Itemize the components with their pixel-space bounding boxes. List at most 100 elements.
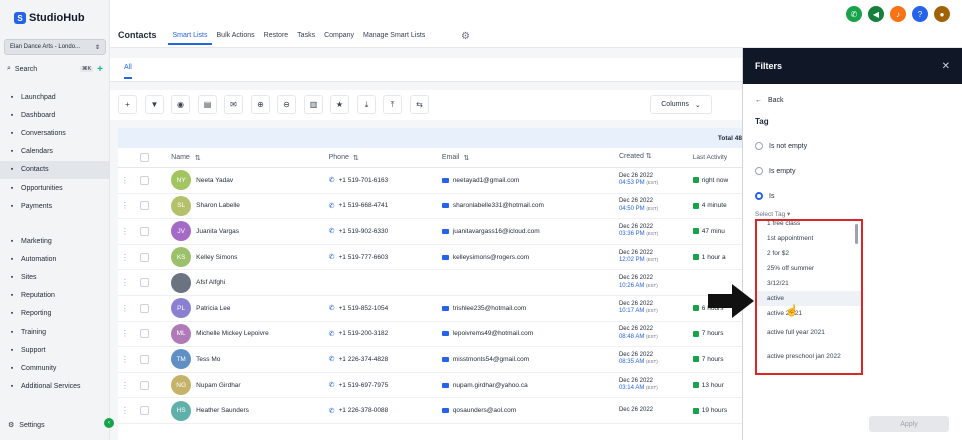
row-checkbox[interactable] [132, 278, 171, 288]
contact-phone[interactable]: +1 519-852-1054 [339, 305, 389, 312]
drag-handle-icon[interactable]: ⋮ [118, 406, 132, 415]
sidebar-item-payments[interactable]: ▪ Payments [0, 197, 110, 215]
contact-phone[interactable]: +1 519-902-6330 [339, 228, 389, 235]
tag-option[interactable]: 3/12/21 [757, 276, 861, 291]
table-row[interactable]: ⋮ HS Heather Saunders ✆ +1 226-378-0088 q… [118, 398, 742, 424]
collapse-sidebar-button[interactable]: ‹ [104, 418, 114, 428]
app-logo[interactable]: S StudioHub [14, 12, 85, 24]
contact-email[interactable]: misstmonts54@gmail.com [453, 356, 529, 363]
location-switcher[interactable]: Elan Dance Arts - Londo... ⇕ [4, 39, 106, 55]
contact-name[interactable]: Nupam Girdhar [196, 382, 240, 389]
row-checkbox[interactable] [132, 226, 171, 236]
header-created[interactable]: Created ⇅ [619, 153, 693, 162]
sidebar-item-support[interactable]: ▪ Support [0, 341, 110, 359]
phone-icon[interactable]: ✆ [846, 6, 862, 22]
table-row[interactable]: ⋮ NG Nupam Girdhar ✆ +1 519-697-7975 nupa… [118, 373, 742, 399]
tab-all[interactable]: All [124, 64, 132, 79]
back-button[interactable]: ← Back [755, 97, 784, 104]
contact-name[interactable]: Tess Mo [196, 356, 220, 363]
tab-restore[interactable]: Restore [259, 28, 293, 45]
sidebar-item-conversations[interactable]: ▪ Conversations [0, 124, 110, 142]
sidebar-item-automation[interactable]: ▪ Automation [0, 250, 110, 268]
upload-icon[interactable]: ⤒ [383, 95, 402, 114]
drag-handle-icon[interactable]: ⋮ [118, 278, 132, 287]
add-contact-icon[interactable]: + [118, 95, 137, 114]
contact-phone[interactable]: +1 519-777-6603 [339, 254, 389, 261]
sidebar-item-reporting[interactable]: ▪ Reporting [0, 305, 110, 323]
columns-button[interactable]: Columns ⌄ [650, 95, 712, 114]
table-row[interactable]: ⋮ TM Tess Mo ✆ +1 226-374-4828 misstmonts… [118, 347, 742, 373]
download-icon[interactable]: ⤓ [357, 95, 376, 114]
radio-button[interactable] [755, 192, 763, 200]
contact-phone[interactable]: +1 519-697-7975 [339, 382, 389, 389]
radio-is[interactable]: Is [755, 192, 774, 200]
contact-phone[interactable]: +1 519-668-4741 [339, 202, 389, 209]
contact-phone[interactable]: +1 519-200-3182 [339, 330, 389, 337]
contact-phone[interactable]: +1 519-701-6163 [339, 177, 389, 184]
contact-name[interactable]: Sharon Labelle [196, 202, 240, 209]
drag-handle-icon[interactable]: ⋮ [118, 176, 132, 185]
scrollbar[interactable] [855, 224, 858, 244]
table-row[interactable]: ⋮ Afsf Alfghi Dec 26 2022 10:26 AM (EST) [118, 270, 742, 296]
row-checkbox[interactable] [132, 380, 171, 390]
apply-button[interactable]: Apply [869, 416, 949, 432]
contact-email[interactable]: qosaunders@aol.com [453, 407, 516, 414]
radio-is-not-empty[interactable]: Is not empty [755, 142, 807, 150]
tag-option[interactable]: active [757, 291, 861, 306]
user-avatar[interactable]: ● [934, 6, 950, 22]
contact-name[interactable]: Patricia Lee [196, 305, 230, 312]
sidebar-item-contacts[interactable]: ▪ Contacts [0, 160, 110, 179]
sidebar-item-settings[interactable]: ⚙ Settings [0, 416, 110, 434]
drag-handle-icon[interactable]: ⋮ [118, 329, 132, 338]
tag-option[interactable]: 25% off summer [757, 261, 861, 276]
tag-add-icon[interactable]: ⊕ [251, 95, 270, 114]
header-email[interactable]: Email ⇅ [442, 154, 619, 162]
sidebar-item-additional-services[interactable]: ▪ Additional Services [0, 378, 110, 396]
tag-option[interactable]: active preschool jan 2022 [757, 345, 861, 369]
close-icon[interactable]: ✕ [942, 61, 950, 72]
table-row[interactable]: ⋮ SL Sharon Labelle ✆ +1 519-668-4741 sha… [118, 194, 742, 220]
sidebar-item-dashboard[interactable]: ▪ Dashboard [0, 106, 110, 124]
drag-handle-icon[interactable]: ⋮ [118, 304, 132, 313]
row-checkbox[interactable] [132, 252, 171, 262]
delete-icon[interactable]: ▥ [304, 95, 323, 114]
sidebar-item-launchpad[interactable]: ▪ Launchpad [0, 88, 110, 106]
table-row[interactable]: ⋮ PL Patricia Lee ✆ +1 519-852-1054 trish… [118, 296, 742, 322]
sidebar-item-sites[interactable]: ▪ Sites [0, 268, 110, 286]
contact-email[interactable]: lepoivrems49@hotmail.com [453, 330, 533, 337]
tab-company[interactable]: Company [320, 28, 359, 45]
radio-button[interactable] [755, 142, 763, 150]
gear-icon[interactable]: ⚙ [461, 31, 470, 42]
star-icon[interactable]: ★ [330, 95, 349, 114]
filter-icon[interactable]: ▼ [145, 95, 164, 114]
table-row[interactable]: ⋮ ML Michelle Mickey Lepoivre ✆ +1 519-20… [118, 322, 742, 348]
contact-name[interactable]: Juanita Vargas [196, 228, 239, 235]
sidebar-item-reputation[interactable]: ▪ Reputation [0, 287, 110, 305]
row-checkbox[interactable] [132, 175, 171, 185]
megaphone-icon[interactable]: ◀ [868, 6, 884, 22]
sidebar-item-calendars[interactable]: ▪ Calendars [0, 143, 110, 161]
automation-icon[interactable]: ◉ [171, 95, 190, 114]
tab-bulk-actions[interactable]: Bulk Actions [212, 28, 259, 45]
contact-name[interactable]: Michelle Mickey Lepoivre [196, 330, 269, 337]
contact-name[interactable]: Afsf Alfghi [196, 279, 225, 286]
tab-manage-smart-lists[interactable]: Manage Smart Lists [359, 28, 430, 45]
tab-smart-lists[interactable]: Smart Lists [168, 28, 213, 45]
contact-name[interactable]: Neeta Yadav [196, 177, 233, 184]
row-checkbox[interactable] [132, 406, 171, 416]
contact-name[interactable]: Heather Saunders [196, 407, 249, 414]
tag-option[interactable]: 2 for $2 [757, 246, 861, 261]
drag-handle-icon[interactable]: ⋮ [118, 355, 132, 364]
radio-is-empty[interactable]: Is empty [755, 167, 795, 175]
contact-email[interactable]: nupam.girdhar@yahoo.ca [453, 382, 528, 389]
merge-icon[interactable]: ⇆ [410, 95, 429, 114]
sidebar-item-training[interactable]: ▪ Training [0, 323, 110, 341]
contact-email[interactable]: trishlee235@hotmail.com [453, 305, 526, 312]
radio-button[interactable] [755, 167, 763, 175]
bell-icon[interactable]: ♪ [890, 6, 906, 22]
tag-option[interactable]: active preschool oct [757, 369, 861, 373]
tag-option[interactable]: active full year 2021 [757, 321, 861, 345]
table-row[interactable]: ⋮ NY Neeta Yadav ✆ +1 519-701-6163 neetay… [118, 168, 742, 194]
drag-handle-icon[interactable]: ⋮ [118, 227, 132, 236]
tab-tasks[interactable]: Tasks [293, 28, 320, 45]
